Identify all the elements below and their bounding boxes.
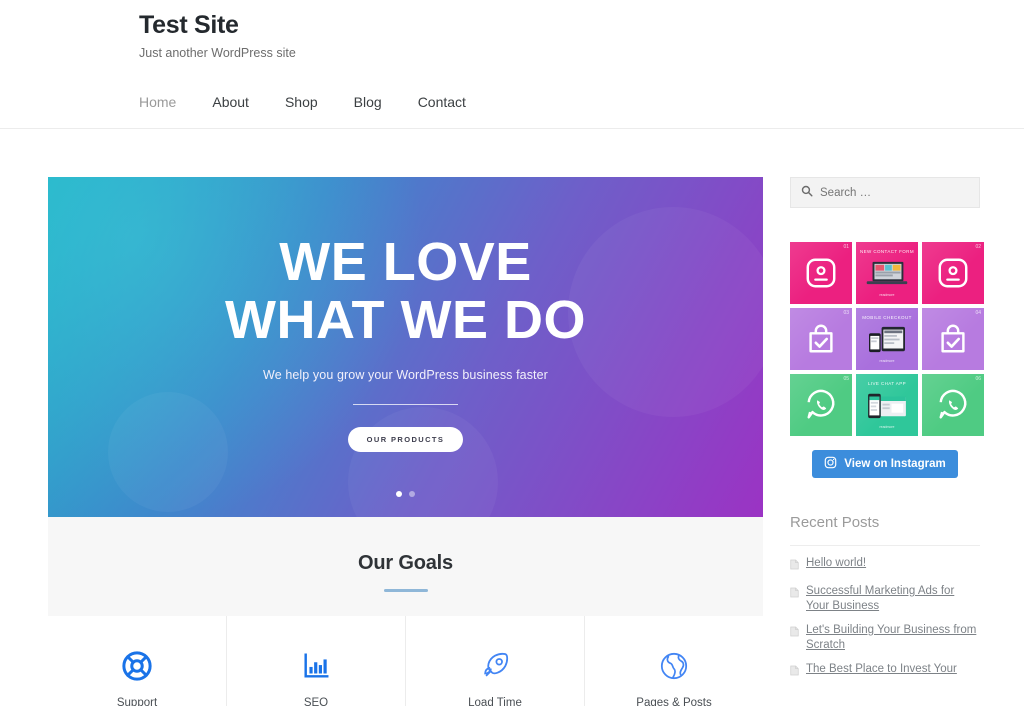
- our-goals-title: Our Goals: [358, 552, 453, 574]
- tile-badge: 01: [843, 244, 849, 250]
- bar-chart-icon: [249, 648, 383, 684]
- recent-post-link[interactable]: Let's Building Your Business from Scratc…: [806, 623, 980, 653]
- goal-item-load-time: Load Time: [406, 616, 585, 706]
- nav-item-contact[interactable]: Contact: [418, 88, 466, 116]
- rocket-icon: [428, 648, 562, 684]
- recent-posts-list: Hello world! Successful Marketing Ads fo…: [790, 556, 980, 681]
- hero-headline-line1: WE LOVE: [279, 232, 532, 293]
- tile-caption-top: NEW CONTACT FORM: [860, 249, 914, 254]
- document-icon: [790, 624, 799, 642]
- tile-caption-top: MOBILE CHECKOUT: [862, 315, 912, 320]
- site-title: Test Site: [139, 11, 239, 39]
- tile-badge: 05: [843, 376, 849, 382]
- recent-post-link[interactable]: Hello world!: [806, 556, 866, 571]
- laptop-mockup-icon: [863, 260, 911, 287]
- goal-label-pages-posts: Pages & Posts: [636, 697, 712, 706]
- phone-chat-icon: [922, 374, 984, 436]
- hero-subtitle: We help you grow your WordPress business…: [263, 367, 548, 382]
- instagram-tile[interactable]: 05: [790, 374, 852, 436]
- our-products-button[interactable]: OUR PRODUCTS: [347, 426, 464, 452]
- site-tagline: Just another WordPress site: [139, 46, 296, 60]
- instagram-tile[interactable]: MOBILE CHECKOUT readmore: [856, 308, 918, 370]
- hero-headline: WE LOVE WHAT WE DO: [225, 232, 586, 350]
- main-navigation: Home About Shop Blog Contact: [139, 88, 1024, 116]
- sidebar: 01 NEW CONTACT FORM: [790, 177, 984, 681]
- search-icon: [801, 184, 813, 202]
- shopping-bag-check-icon: [922, 308, 984, 370]
- tile-badge: 03: [843, 310, 849, 316]
- list-item[interactable]: Successful Marketing Ads for Your Busine…: [790, 584, 980, 614]
- recent-post-link[interactable]: Successful Marketing Ads for Your Busine…: [806, 584, 980, 614]
- list-item[interactable]: Hello world!: [790, 556, 980, 575]
- goal-label-load-time: Load Time: [468, 697, 522, 706]
- tile-caption-bottom: readmore: [879, 359, 895, 363]
- phone-mockup-icon: [863, 392, 911, 419]
- lifebuoy-icon: [70, 648, 204, 684]
- nav-item-home[interactable]: Home: [139, 88, 176, 116]
- hero-slider[interactable]: WE LOVE WHAT WE DO We help you grow your…: [48, 177, 763, 517]
- globe-icon: [607, 648, 741, 684]
- tile-badge: 06: [975, 376, 981, 382]
- goal-item-support: Support: [48, 616, 227, 706]
- tablet-mockup-icon: [863, 326, 911, 353]
- instagram-tile[interactable]: 01: [790, 242, 852, 304]
- document-icon: [790, 663, 799, 681]
- goal-label-seo: SEO: [303, 697, 329, 706]
- nav-item-blog[interactable]: Blog: [354, 88, 382, 116]
- list-item[interactable]: Let's Building Your Business from Scratc…: [790, 623, 980, 653]
- tile-caption-top: LIVE CHAT APP: [867, 381, 907, 386]
- goals-grid: Support SEO Load Time Pages & Posts: [48, 616, 763, 706]
- slider-dot-2[interactable]: [409, 491, 415, 497]
- instagram-tile[interactable]: 03: [790, 308, 852, 370]
- list-item[interactable]: The Best Place to Invest Your: [790, 662, 980, 681]
- tile-caption-bottom: readmore: [879, 293, 895, 297]
- goal-label-support: Support: [116, 697, 158, 706]
- our-goals-underline: [383, 589, 428, 592]
- page-body: WE LOVE WHAT WE DO We help you grow your…: [0, 129, 1024, 706]
- site-header: Test Site Just another WordPress site Ho…: [0, 0, 1024, 129]
- hero-headline-line2: WHAT WE DO: [225, 290, 586, 350]
- slider-dot-1[interactable]: [396, 491, 402, 497]
- tile-caption-bottom: readmore: [879, 425, 895, 429]
- nav-item-shop[interactable]: Shop: [285, 88, 318, 116]
- shopping-bag-check-icon: [790, 308, 852, 370]
- document-icon: [790, 557, 799, 575]
- tile-badge: 02: [975, 244, 981, 250]
- instagram-tile[interactable]: 06: [922, 374, 984, 436]
- view-on-instagram-label: View on Instagram: [844, 458, 946, 470]
- hero-slider-dots: [48, 491, 763, 497]
- instagram-icon: [824, 456, 837, 472]
- instagram-tile[interactable]: NEW CONTACT FORM readmore: [856, 242, 918, 304]
- instagram-tile[interactable]: 02: [922, 242, 984, 304]
- hero-divider: [353, 403, 458, 405]
- instagram-tile[interactable]: 04: [922, 308, 984, 370]
- our-goals-section: Our Goals Support SEO Load Time Pages & …: [48, 517, 763, 706]
- tile-badge: 04: [975, 310, 981, 316]
- main-content: WE LOVE WHAT WE DO We help you grow your…: [48, 177, 763, 706]
- document-icon: [790, 585, 799, 603]
- search-input[interactable]: [820, 186, 970, 199]
- goal-item-pages-posts: Pages & Posts: [585, 616, 763, 706]
- contact-card-icon: [922, 242, 984, 304]
- goal-item-seo: SEO: [227, 616, 406, 706]
- phone-chat-icon: [790, 374, 852, 436]
- recent-posts-title: Recent Posts: [790, 514, 980, 546]
- view-on-instagram-button[interactable]: View on Instagram: [812, 450, 958, 478]
- recent-post-link[interactable]: The Best Place to Invest Your: [806, 662, 957, 677]
- contact-card-icon: [790, 242, 852, 304]
- instagram-feed-grid: 01 NEW CONTACT FORM readmore 02 03 MOBIL…: [790, 242, 984, 436]
- search-widget[interactable]: [790, 177, 980, 208]
- instagram-tile[interactable]: LIVE CHAT APP readmore: [856, 374, 918, 436]
- nav-item-about[interactable]: About: [212, 88, 249, 116]
